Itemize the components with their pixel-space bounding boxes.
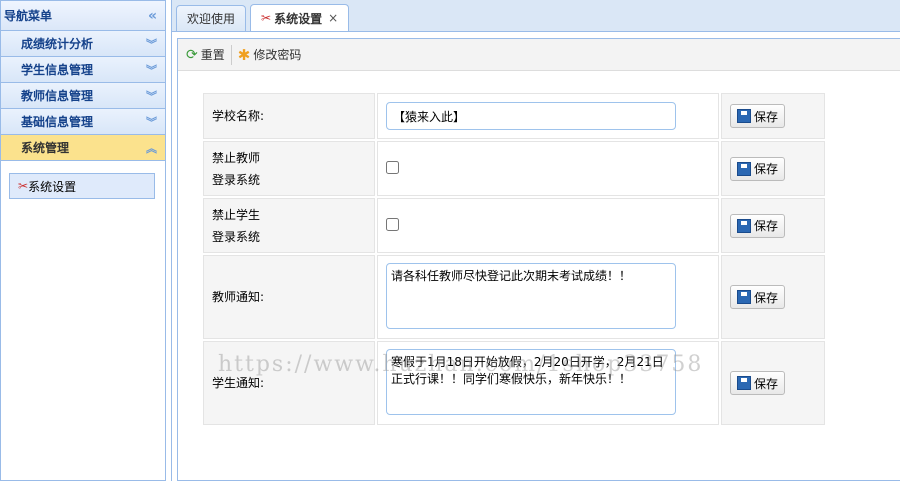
label-cell: 禁止学生 登录系统 (203, 198, 375, 253)
value-cell (377, 141, 719, 196)
tab-welcome[interactable]: 欢迎使用 (176, 5, 247, 31)
row-student-notice: 学生通知: 寒假于1月18日开始放假，2月20日开学，2月21日正式行课！！同学… (203, 341, 825, 425)
tools-icon: ✂ (261, 11, 272, 25)
save-icon (737, 218, 751, 233)
change-password-button[interactable]: ✱ 修改密码 (238, 46, 302, 64)
chevron-down-icon: ︾ (146, 37, 157, 51)
nav-teacher-info[interactable]: 教师信息管理 ︾ (1, 83, 165, 109)
nav-label: 基础信息管理 (21, 115, 94, 129)
save-label: 保存 (754, 162, 779, 176)
nav-score-analysis[interactable]: 成绩统计分析 ︾ (1, 31, 165, 57)
label-ban-student: 禁止学生 (212, 207, 261, 222)
save-icon (737, 376, 751, 390)
nav-label: 系统管理 (21, 141, 70, 155)
row-school-name: 学校名称: 保存 (203, 93, 825, 139)
tab-label: 欢迎使用 (187, 12, 236, 26)
nav-label: 学生信息管理 (21, 63, 94, 77)
sub-item-label: 系统设置 (28, 179, 77, 194)
label-cell: 禁止教师 登录系统 (203, 141, 375, 196)
settings-panel: ⟳重置 ✱修改密码 学校名称: 保存 禁止教师登录系统 保存 禁止学生登录系统 … (177, 38, 900, 481)
row-teacher-notice: 教师通知: 请各科任教师尽快登记此次期末考试成绩！！ 保存 (203, 255, 825, 339)
tab-bar: 欢迎使用 ✂ 系统设置 × (172, 0, 900, 32)
ban-teacher-checkbox[interactable] (386, 160, 399, 174)
main-area: 欢迎使用 ✂系统设置 × ⟳重置 ✱修改密码 学校名称: 保存 禁止教师登录系统 … (171, 0, 900, 481)
save-label: 保存 (754, 376, 779, 391)
save-label: 保存 (754, 109, 779, 124)
action-cell: 保存 (721, 341, 825, 425)
save-button[interactable]: 保存 (730, 371, 786, 395)
label-ban-teacher: 禁止教师 (212, 150, 261, 165)
settings-form: 学校名称: 保存 禁止教师登录系统 保存 禁止学生登录系统 保存 教师通知: 请… (201, 91, 827, 427)
reset-button[interactable]: ⟳ 重置 (186, 46, 225, 63)
action-cell: 保存 (721, 198, 825, 253)
nav-student-info[interactable]: 学生信息管理 ︾ (1, 57, 165, 83)
tab-system-settings[interactable]: ✂ 系统设置 × (250, 4, 350, 31)
row-ban-student: 禁止学生登录系统 保存 (203, 198, 825, 253)
chevron-up-icon: ︽ (146, 141, 157, 155)
chevron-down-icon: ︾ (146, 63, 157, 77)
teacher-notice-textarea[interactable]: 请各科任教师尽快登记此次期末考试成绩！！ (386, 262, 676, 329)
nav-label: 成绩统计分析 (21, 37, 94, 51)
save-label: 保存 (754, 219, 779, 233)
reset-label: 重置 (200, 48, 225, 62)
label-login: 登录系统 (212, 172, 261, 187)
action-cell: 保存 (721, 255, 825, 339)
tab-label: 系统设置 (274, 11, 323, 26)
sidebar-title: 导航菜单 (4, 9, 53, 23)
sidebar: 导航菜单 « 成绩统计分析 ︾ 学生信息管理 ︾ 教师信息管理 ︾ 基础信息管理 ︾ 系统… (0, 0, 166, 481)
row-ban-teacher: 禁止教师登录系统 保存 (203, 141, 825, 196)
label-login: 登录系统 (212, 229, 261, 244)
close-icon[interactable]: × (328, 11, 338, 25)
value-cell: 寒假于1月18日开始放假，2月20日开学，2月21日正式行课！！同学们寒假快乐，… (377, 341, 719, 425)
value-cell (377, 198, 719, 253)
save-icon (737, 109, 751, 123)
value-cell: 请各科任教师尽快登记此次期末考试成绩！！ (377, 255, 719, 339)
save-icon (737, 161, 751, 176)
refresh-icon: ⟳ (186, 46, 198, 63)
label-teacher-notice: 教师通知: (203, 255, 375, 339)
change-password-label: 修改密码 (253, 48, 302, 62)
tools-icon: ✂ (18, 179, 29, 193)
save-button[interactable]: 保存 (730, 104, 786, 128)
nav-label: 教师信息管理 (21, 89, 94, 103)
sub-item-system-settings[interactable]: ✂ 系统设置 (9, 173, 155, 199)
school-name-input[interactable] (386, 102, 676, 130)
chevron-down-icon: ︾ (146, 115, 157, 129)
save-icon (737, 290, 751, 304)
save-button[interactable]: 保存 (730, 285, 786, 309)
save-button[interactable]: 保存 (730, 213, 786, 238)
label-school-name: 学校名称: (203, 93, 375, 139)
value-cell (377, 93, 719, 139)
ban-student-checkbox[interactable] (386, 217, 399, 231)
sidebar-header: 导航菜单 « (1, 1, 165, 31)
label-student-notice: 学生通知: (203, 341, 375, 425)
save-label: 保存 (754, 290, 779, 305)
action-cell: 保存 (721, 141, 825, 196)
student-notice-textarea[interactable]: 寒假于1月18日开始放假，2月20日开学，2月21日正式行课！！同学们寒假快乐，… (386, 348, 676, 415)
nav-system[interactable]: 系统管理 ︽ (1, 135, 165, 161)
action-cell: 保存 (721, 93, 825, 139)
asterisk-icon: ✱ (237, 45, 251, 64)
collapse-icon[interactable]: « (148, 8, 157, 24)
toolbar: ⟳ 重置 ✱ 修改密码 (178, 39, 900, 71)
separator (230, 44, 232, 65)
chevron-down-icon: ︾ (146, 89, 157, 103)
save-button[interactable]: 保存 (730, 156, 786, 181)
nav-basic-info[interactable]: 基础信息管理 ︾ (1, 109, 165, 135)
